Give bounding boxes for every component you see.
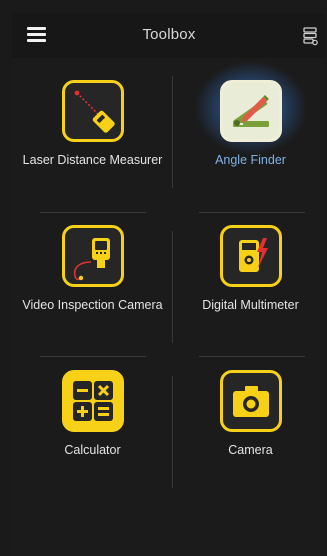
- tool-grid: Laser Distance Measurer Angle Finder Vid…: [12, 58, 326, 556]
- tool-laser-distance-measurer[interactable]: Laser Distance Measurer: [14, 58, 171, 210]
- camera-icon: [219, 370, 282, 432]
- page-title: Toolbox: [142, 26, 196, 43]
- tool-label: Laser Distance Measurer: [22, 153, 163, 167]
- toolbox-screen: Toolbox Laser Distance Measurer Angle Fi…: [12, 13, 326, 556]
- tool-angle-finder[interactable]: Angle Finder: [172, 58, 326, 210]
- tool-calculator[interactable]: Calculator: [14, 348, 171, 500]
- storage-settings-icon[interactable]: [303, 27, 318, 46]
- inspection-camera-icon: [61, 225, 124, 287]
- calculator-icon: [61, 370, 124, 432]
- tool-label: Camera: [228, 443, 273, 457]
- multimeter-icon: [219, 225, 282, 287]
- tool-label: Digital Multimeter: [202, 298, 299, 312]
- tool-label: Calculator: [64, 443, 121, 457]
- tool-digital-multimeter[interactable]: Digital Multimeter: [172, 203, 326, 355]
- tool-label: Video Inspection Camera: [22, 298, 163, 312]
- top-bar: Toolbox: [12, 13, 326, 58]
- tool-camera[interactable]: Camera: [172, 348, 326, 500]
- angle-finder-icon: [219, 80, 282, 142]
- laser-measure-icon: [61, 80, 124, 142]
- tool-label: Angle Finder: [215, 153, 286, 167]
- tool-video-inspection-camera[interactable]: Video Inspection Camera: [14, 203, 171, 355]
